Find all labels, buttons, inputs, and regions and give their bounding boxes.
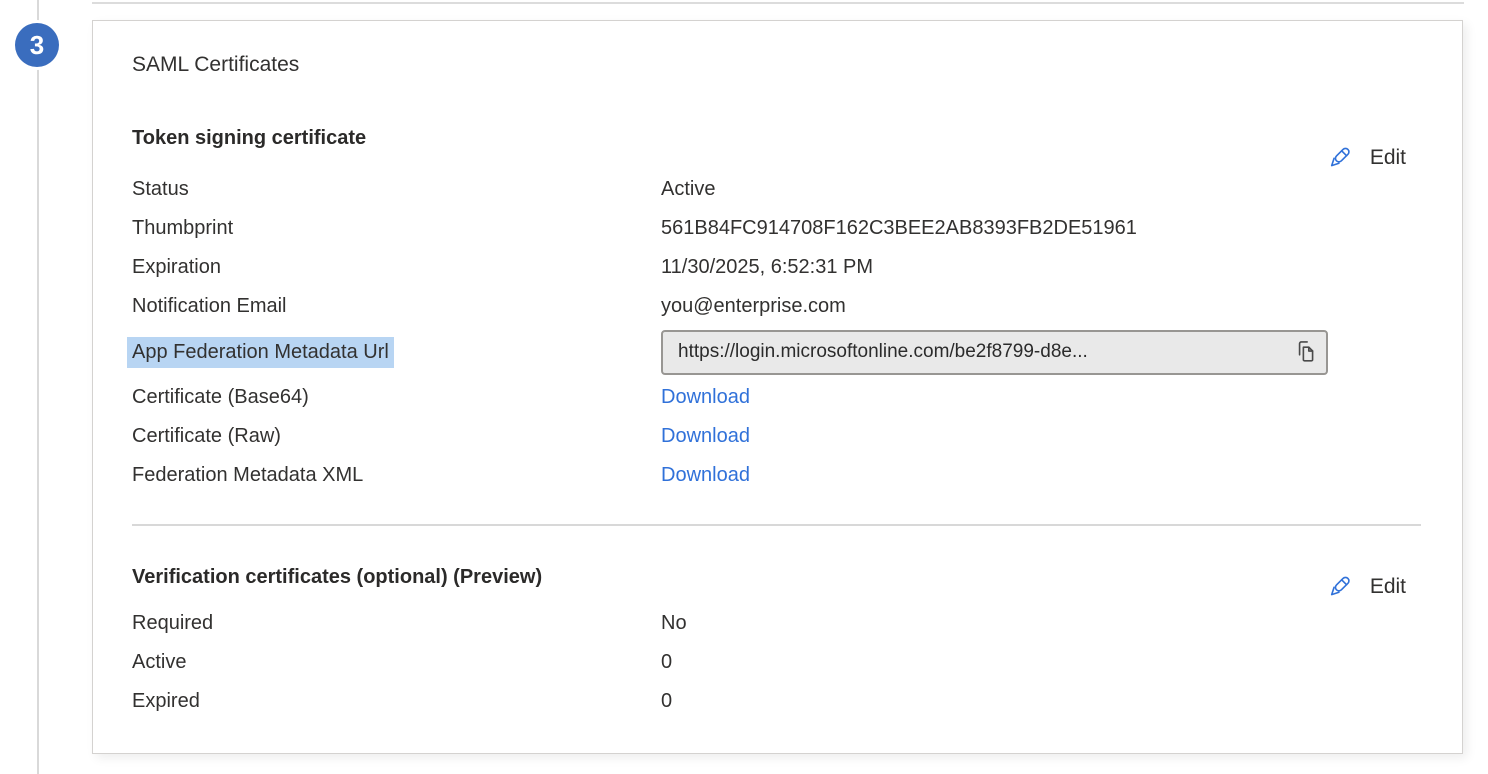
copy-icon — [1292, 338, 1318, 367]
step-number: 3 — [30, 30, 44, 61]
step-guideline — [37, 0, 39, 774]
row-value: 0 — [661, 651, 1462, 674]
certificate-raw-row: Certificate (Raw) Download — [93, 417, 1462, 456]
thumbprint-row: Thumbprint 561B84FC914708F162C3BEE2AB839… — [93, 209, 1462, 248]
previous-card-bottom-edge — [92, 2, 1464, 4]
token-signing-heading: Token signing certificate — [132, 125, 1462, 151]
edit-button-label: Edit — [1370, 146, 1406, 170]
row-value: 561B84FC914708F162C3BEE2AB8393FB2DE51961 — [661, 217, 1462, 240]
app-federation-metadata-url-row: App Federation Metadata Url — [93, 326, 1462, 378]
row-label: Status — [132, 178, 661, 201]
download-raw-link[interactable]: Download — [661, 425, 750, 447]
metadata-url-input[interactable] — [663, 341, 1288, 363]
card-title: SAML Certificates — [132, 51, 1462, 79]
required-row: Required No — [93, 604, 1462, 643]
pencil-icon — [1325, 144, 1353, 172]
section-divider — [132, 524, 1421, 526]
verification-rows: Required No Active 0 Expired 0 — [93, 604, 1462, 721]
metadata-url-field[interactable] — [661, 330, 1328, 375]
row-label: App Federation Metadata Url — [132, 337, 661, 368]
row-label: Certificate (Raw) — [132, 425, 661, 448]
certificate-base64-row: Certificate (Base64) Download — [93, 378, 1462, 417]
saml-certificates-panel: 3 SAML Certificates Token signing certif… — [0, 0, 1488, 774]
row-value — [661, 330, 1462, 375]
row-value: Active — [661, 178, 1462, 201]
row-label: Expiration — [132, 256, 661, 279]
selected-label-highlight: App Federation Metadata Url — [127, 337, 394, 368]
row-value: 11/30/2025, 6:52:31 PM — [661, 256, 1462, 279]
row-label: Thumbprint — [132, 217, 661, 240]
edit-button-label: Edit — [1370, 575, 1406, 599]
download-metadata-xml-link[interactable]: Download — [661, 464, 750, 486]
active-row: Active 0 — [93, 643, 1462, 682]
row-label: Active — [132, 651, 661, 674]
saml-certificates-card: SAML Certificates Token signing certific… — [92, 20, 1463, 754]
expired-row: Expired 0 — [93, 682, 1462, 721]
row-label: Notification Email — [132, 295, 661, 318]
notification-email-row: Notification Email you@enterprise.com — [93, 287, 1462, 326]
federation-metadata-xml-row: Federation Metadata XML Download — [93, 456, 1462, 495]
copy-url-button[interactable] — [1288, 333, 1322, 371]
verification-certificates-heading: Verification certificates (optional) (Pr… — [132, 564, 1462, 590]
row-value: you@enterprise.com — [661, 295, 1462, 318]
edit-verification-button[interactable]: Edit — [1325, 573, 1406, 601]
status-row: Status Active — [93, 170, 1462, 209]
download-base64-link[interactable]: Download — [661, 386, 750, 408]
row-label: Expired — [132, 690, 661, 713]
row-label: Certificate (Base64) — [132, 386, 661, 409]
row-value: 0 — [661, 690, 1462, 713]
row-label: Federation Metadata XML — [132, 464, 661, 487]
expiration-row: Expiration 11/30/2025, 6:52:31 PM — [93, 248, 1462, 287]
row-label: Required — [132, 612, 661, 635]
pencil-icon — [1325, 573, 1353, 601]
row-value: No — [661, 612, 1462, 635]
token-signing-rows: Status Active Thumbprint 561B84FC914708F… — [93, 170, 1462, 495]
edit-token-signing-button[interactable]: Edit — [1325, 144, 1406, 172]
step-number-badge: 3 — [15, 23, 59, 67]
